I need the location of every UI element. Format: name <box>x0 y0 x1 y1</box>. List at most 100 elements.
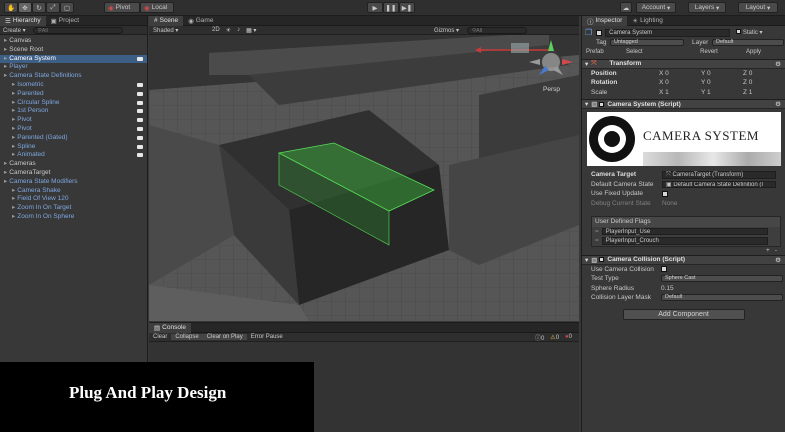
shading-dropdown[interactable]: Shaded ▾ <box>149 27 209 34</box>
layout-dropdown[interactable]: Layout ▾ <box>738 2 778 13</box>
drag-handle-icon[interactable]: = <box>595 237 599 244</box>
hierarchy-item[interactable]: ▸ Zoom In On Sphere <box>0 213 147 222</box>
foldout-arrow-icon[interactable]: ▸ <box>12 125 15 132</box>
hierarchy-item[interactable]: ▸ Camera Shake <box>0 187 147 196</box>
foldout-arrow-icon[interactable]: ▸ <box>4 178 7 185</box>
foldout-arrow-icon[interactable]: ▸ <box>12 107 15 114</box>
default-state-field[interactable]: ▣ Default Camera State Definition (I <box>662 180 776 188</box>
mode-2d-toggle[interactable]: 2D <box>209 27 223 33</box>
hierarchy-item[interactable]: ▸ Camera State Modifiers <box>0 178 147 187</box>
foldout-arrow-icon[interactable]: ▸ <box>4 37 7 44</box>
foldout-arrow-icon[interactable]: ▸ <box>12 81 15 88</box>
hierarchy-item[interactable]: ▸ Cameras <box>0 160 147 169</box>
foldout-arrow-icon[interactable]: ▸ <box>12 134 15 141</box>
persp-label[interactable]: Persp <box>543 86 560 93</box>
camera-collision-header[interactable]: ▾ ▧ Camera Collision (Script) ⚙ <box>582 254 785 265</box>
transform-pos-z-field[interactable]: Z 0 <box>743 70 785 77</box>
camera-system-header[interactable]: ▾ ▧ Camera System (Script) ⚙ <box>582 99 785 109</box>
transform-scl-x-field[interactable]: X 1 <box>659 89 701 96</box>
scene-viewport[interactable]: Persp <box>149 35 579 321</box>
move-tool-button[interactable]: ✥ <box>18 2 32 13</box>
camera-target-field[interactable]: ⤧ CameraTarget (Transform) <box>662 171 776 179</box>
hierarchy-item[interactable]: ▸ Scene Root <box>0 46 147 55</box>
effects-dropdown[interactable]: ▦ ▾ <box>243 27 259 34</box>
scale-tool-button[interactable]: ⤢ <box>46 2 60 13</box>
transform-rot-x-field[interactable]: X 0 <box>659 79 701 86</box>
prefab-revert-button[interactable]: Revert <box>680 49 738 55</box>
layer-mask-dropdown[interactable]: Default <box>661 294 783 302</box>
foldout-arrow-icon[interactable]: ▸ <box>4 46 7 53</box>
tab-lighting[interactable]: ☀ Lighting <box>627 16 668 26</box>
object-name-field[interactable]: Camera System <box>605 29 731 37</box>
transform-scl-z-field[interactable]: Z 1 <box>743 89 785 96</box>
audio-toggle[interactable]: ♪ <box>234 27 243 33</box>
foldout-arrow-icon[interactable]: ▸ <box>4 55 7 62</box>
fixed-update-checkbox[interactable] <box>662 190 668 197</box>
create-dropdown[interactable]: Create ▾ <box>0 27 29 34</box>
prefab-apply-button[interactable]: Apply <box>746 49 761 55</box>
foldout-arrow-icon[interactable]: ▸ <box>12 90 15 97</box>
tab-hierarchy[interactable]: ☰ Hierarchy <box>0 15 46 26</box>
console-clear-on-play-toggle[interactable]: Clear on Play <box>202 334 247 340</box>
foldout-arrow-icon[interactable]: ▸ <box>12 213 15 220</box>
scene-search-input[interactable]: ⚲All <box>467 27 527 34</box>
hierarchy-item[interactable]: ▸ Parented (Gated) <box>0 134 147 143</box>
transform-rot-y-field[interactable]: Y 0 <box>701 79 743 86</box>
camera-object[interactable] <box>511 43 529 53</box>
hierarchy-search-input[interactable]: ⚲All <box>32 26 123 34</box>
remove-flag-button[interactable]: - <box>775 247 777 254</box>
hierarchy-item[interactable]: ▸ Camera System <box>0 54 147 64</box>
tab-scene[interactable]: # Scene <box>149 15 184 26</box>
hierarchy-item[interactable]: ▸ Player <box>0 63 147 72</box>
pivot-toggle[interactable]: ◉ Pivot <box>104 2 140 13</box>
transform-rot-z-field[interactable]: Z 0 <box>743 79 785 86</box>
tab-project[interactable]: ▣ Project <box>46 16 84 26</box>
tag-dropdown[interactable]: Untagged <box>610 38 684 46</box>
hierarchy-item[interactable]: ▸ Canvas <box>0 37 147 46</box>
hierarchy-item[interactable]: ▸ Parented <box>0 90 147 99</box>
hierarchy-item[interactable]: ▸ Animated <box>0 151 147 160</box>
hierarchy-item[interactable]: ▸ Pivot <box>0 116 147 125</box>
pause-button[interactable]: ❚❚ <box>383 2 399 13</box>
local-toggle[interactable]: ◉ Local <box>140 2 174 13</box>
active-checkbox[interactable] <box>596 29 603 36</box>
console-clear-button[interactable]: Clear <box>149 334 171 340</box>
hierarchy-item[interactable]: ▸ Spline <box>0 143 147 152</box>
hierarchy-item[interactable]: ▸ Pivot <box>0 125 147 134</box>
rect-tool-button[interactable]: ▢ <box>60 2 74 13</box>
hierarchy-item[interactable]: ▸ Camera State Definitions <box>0 72 147 81</box>
account-dropdown[interactable]: Account ▾ <box>636 2 676 13</box>
foldout-arrow-icon[interactable]: ▸ <box>12 195 15 202</box>
step-button[interactable]: ▶❚ <box>399 2 415 13</box>
console-warning-filter[interactable]: ⚠0 <box>547 334 562 341</box>
console-error-pause-toggle[interactable]: Error Pause <box>247 334 287 340</box>
foldout-arrow-icon[interactable]: ▸ <box>12 116 15 123</box>
foldout-arrow-icon[interactable]: ▸ <box>12 99 15 106</box>
foldout-arrow-icon[interactable]: ▸ <box>4 63 7 70</box>
test-type-dropdown[interactable]: Sphere Cast <box>661 275 783 283</box>
add-flag-button[interactable]: + <box>766 247 770 254</box>
console-collapse-toggle[interactable]: Collapse <box>171 334 203 340</box>
foldout-arrow-icon[interactable]: ▸ <box>4 72 7 79</box>
hand-tool-button[interactable]: ✋ <box>4 2 18 13</box>
hierarchy-item[interactable]: ▸ Field Of View 120 <box>0 195 147 204</box>
add-component-button[interactable]: Add Component <box>622 308 745 320</box>
prefab-select-button[interactable]: Select <box>626 49 680 55</box>
foldout-arrow-icon[interactable]: ▸ <box>4 160 7 167</box>
play-button[interactable]: ▶ <box>367 2 383 13</box>
foldout-arrow-icon[interactable]: ▸ <box>12 187 15 194</box>
foldout-arrow-icon[interactable]: ▸ <box>12 151 15 158</box>
gizmos-dropdown[interactable]: Gizmos ▾ <box>434 27 459 34</box>
drag-handle-icon[interactable]: = <box>595 228 599 235</box>
console-error-filter[interactable]: ●0 <box>562 334 575 340</box>
hierarchy-item[interactable]: ▸ Isometric <box>0 81 147 90</box>
foldout-arrow-icon[interactable]: ▸ <box>4 169 7 176</box>
layer-dropdown[interactable]: Default <box>712 38 784 46</box>
camera-collision-enabled-checkbox[interactable] <box>599 257 605 262</box>
hierarchy-item[interactable]: ▸ Circular Spline <box>0 99 147 108</box>
transform-pos-x-field[interactable]: X 0 <box>659 70 701 77</box>
hierarchy-item[interactable]: ▸ CameraTarget <box>0 169 147 178</box>
tab-console[interactable]: ▤ Console <box>149 322 192 333</box>
use-collision-checkbox[interactable] <box>661 266 667 273</box>
tab-game[interactable]: ◉ Game <box>183 16 218 26</box>
